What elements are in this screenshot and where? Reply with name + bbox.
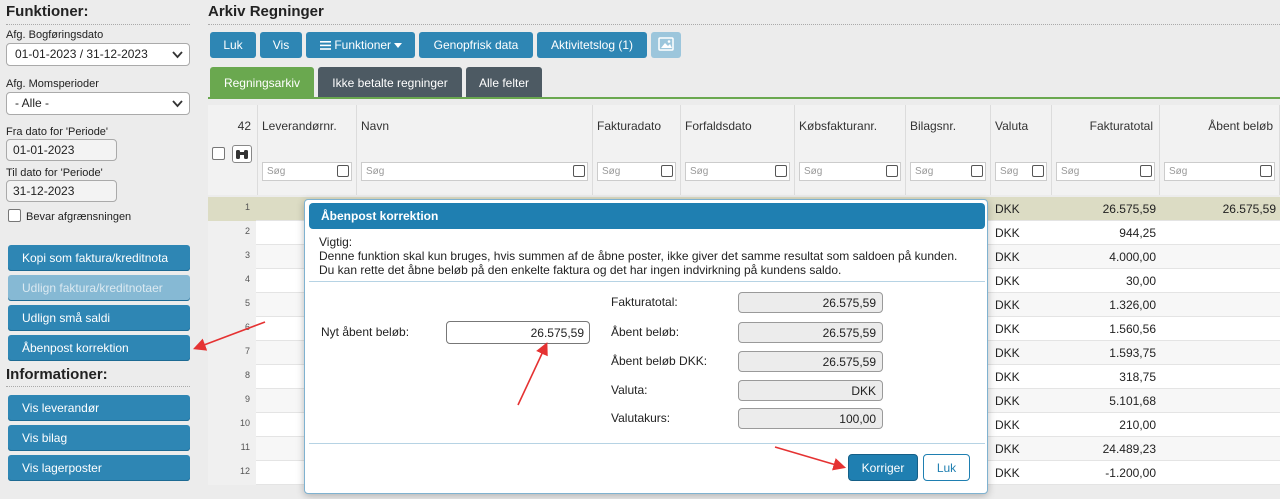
arrow-to-amount-input xyxy=(517,342,548,406)
arrow-to-correction-button xyxy=(193,321,266,351)
annotation-arrows xyxy=(193,321,847,471)
arrow-to-correct-button xyxy=(774,446,847,471)
